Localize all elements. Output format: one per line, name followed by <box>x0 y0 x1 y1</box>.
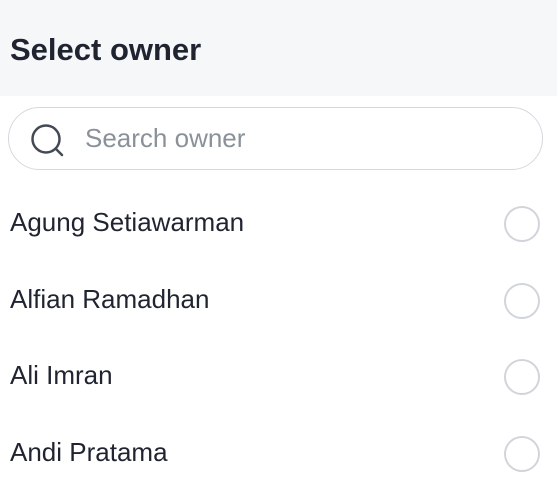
radio-button[interactable] <box>504 206 540 242</box>
list-item[interactable]: Agung Setiawarman <box>0 186 557 263</box>
search-box[interactable] <box>8 107 543 170</box>
owner-name: Alfian Ramadhan <box>10 283 210 314</box>
owner-name: Andi Pratama <box>10 436 168 467</box>
owner-name: Agung Setiawarman <box>10 207 245 237</box>
radio-button[interactable] <box>504 435 540 472</box>
page-title: Select owner <box>10 32 202 67</box>
radio-button[interactable] <box>504 359 540 395</box>
list-item[interactable]: Alfian Ramadhan <box>0 263 557 340</box>
owner-list: Agung Setiawarman Alfian Ramadhan Ali Im… <box>0 186 557 492</box>
owner-name: Ali Imran <box>10 360 113 390</box>
list-item[interactable]: Ali Imran <box>0 339 557 416</box>
search-input[interactable] <box>85 116 525 160</box>
list-item[interactable]: Andi Pratama <box>0 416 557 493</box>
radio-button[interactable] <box>504 282 540 319</box>
search-icon <box>30 123 66 159</box>
sheet-header: Select owner <box>0 0 557 96</box>
